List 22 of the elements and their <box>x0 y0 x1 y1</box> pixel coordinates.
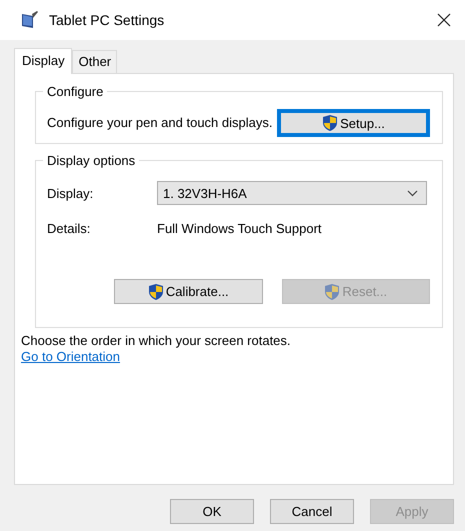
details-value: Full Windows Touch Support <box>157 221 322 236</box>
orientation-link[interactable]: Go to Orientation <box>21 349 120 365</box>
tab[interactable]: Other <box>72 50 118 73</box>
dialog-button[interactable]: Calibrate... <box>114 279 262 304</box>
field-label: Display: <box>47 186 94 200</box>
orientation-text: Choose the order in which your screen rotates. <box>21 333 292 349</box>
shield-icon <box>148 282 164 300</box>
window-title: Tablet PC Settings <box>49 12 166 28</box>
tablet-icon <box>20 10 40 30</box>
dialog-button[interactable]: Setup... <box>277 109 430 137</box>
configure-text: Configure your pen and touch displays. <box>47 116 274 130</box>
dialog-button[interactable]: Cancel <box>270 499 354 524</box>
tab[interactable]: Display <box>14 48 72 74</box>
close-icon[interactable] <box>437 13 451 27</box>
shield-icon <box>324 282 340 300</box>
field-label: Details: <box>47 221 92 236</box>
group-title: Configure <box>43 84 108 99</box>
group-title: Display options <box>43 153 140 168</box>
display-dropdown[interactable]: 1. 32V3H-H6A <box>157 181 427 205</box>
dialog-button[interactable]: OK <box>170 499 254 524</box>
shield-icon <box>322 114 338 132</box>
chevron-icon <box>407 190 418 196</box>
